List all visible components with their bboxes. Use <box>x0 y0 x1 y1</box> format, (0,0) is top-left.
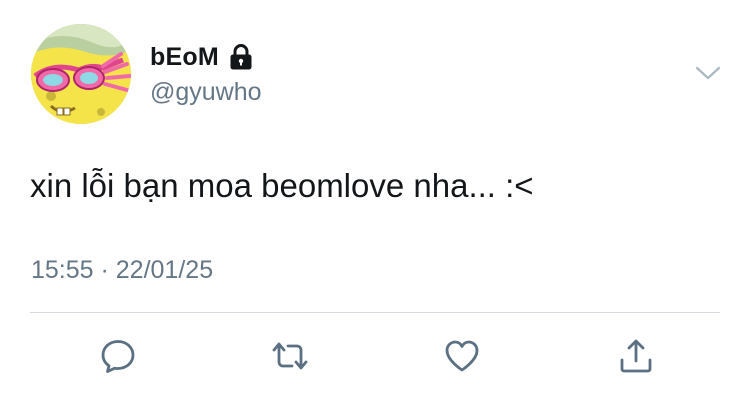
user-handle[interactable]: @gyuwho <box>150 78 262 107</box>
reply-button[interactable] <box>96 334 140 378</box>
chevron-down-icon[interactable] <box>694 62 722 84</box>
retweet-arrows-icon <box>272 342 308 370</box>
share-button[interactable] <box>614 334 658 378</box>
divider <box>30 312 720 313</box>
tweet-timestamp[interactable]: 15:55 · 22/01/25 <box>31 256 213 285</box>
speech-bubble-icon <box>101 340 135 373</box>
share-upload-icon <box>620 339 652 373</box>
avatar[interactable] <box>31 24 131 124</box>
tweet-text: xin lỗi bạn moa beomlove nha... :< <box>30 167 534 204</box>
lock-icon <box>228 43 254 71</box>
display-name-row[interactable]: bEoM <box>150 40 254 74</box>
tweet-card: bEoM @gyuwho xin lỗi bạn moa beomlove nh… <box>0 0 750 401</box>
like-button[interactable] <box>440 334 484 378</box>
heart-icon <box>445 340 479 372</box>
spongebob-avatar-image <box>31 24 131 124</box>
retweet-button[interactable] <box>268 334 312 378</box>
display-name[interactable]: bEoM <box>150 43 219 72</box>
